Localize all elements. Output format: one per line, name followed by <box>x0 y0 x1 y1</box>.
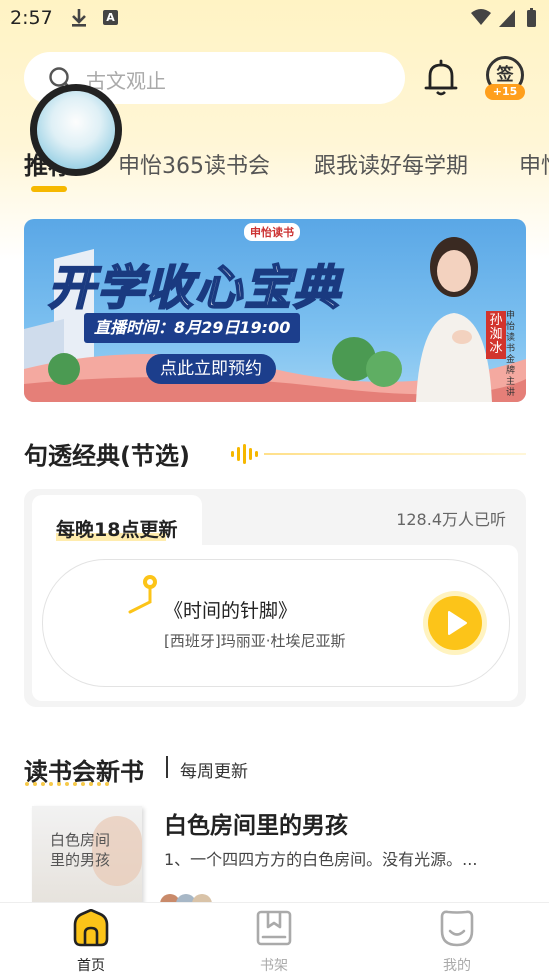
track-author: [西班牙]玛丽亚·杜埃尼亚斯 <box>164 632 346 650</box>
active-tab-indicator <box>31 186 67 192</box>
host-role: 申怡读书金牌主讲 <box>506 311 516 398</box>
host-name: 孙洳冰 <box>486 311 506 359</box>
tab-365-reading-club[interactable]: 申怡365读书会 <box>118 148 270 180</box>
book-title[interactable]: 白色房间里的男孩 <box>164 806 348 840</box>
nav-bookshelf[interactable]: 书架 <box>214 903 334 977</box>
nav-home[interactable]: 首页 <box>31 903 151 977</box>
download-icon <box>72 9 86 27</box>
play-button[interactable] <box>428 596 482 650</box>
host-portrait <box>416 237 492 402</box>
tab-read-with-me[interactable]: 跟我读好每学期 <box>314 148 468 180</box>
nav-profile-label: 我的 <box>443 958 471 974</box>
a-notification-icon: A <box>103 10 118 25</box>
title-underline-dots <box>25 782 109 786</box>
book-cover[interactable]: 白色房间里的男孩 <box>32 806 142 906</box>
listen-count: 128.4万人已听 <box>396 510 506 529</box>
section-title-classics: 句透经典(节选) <box>24 442 190 470</box>
bookshelf-icon <box>256 910 292 946</box>
tonearm-icon <box>128 575 157 614</box>
update-schedule-tab: 每晚18点更新 <box>32 495 202 547</box>
sign-in-button[interactable]: 签 +15 <box>483 56 527 100</box>
nav-home-label: 首页 <box>77 958 105 974</box>
banner-title: 开学收心宝典 <box>47 260 342 317</box>
update-schedule-label: 每晚18点更新 <box>56 519 178 541</box>
audio-wave-icon <box>231 444 258 464</box>
bottom-navigation: 首页 书架 我的 <box>0 902 549 977</box>
sign-in-bonus-badge: +15 <box>485 84 525 100</box>
home-icon <box>73 909 109 947</box>
section-divider <box>264 453 526 455</box>
bell-icon[interactable] <box>422 58 460 98</box>
title-separator <box>166 756 168 778</box>
section-subtitle-weekly: 每周更新 <box>180 762 248 782</box>
signal-battery-icons <box>471 8 536 27</box>
status-bar: 2:57 A <box>0 0 549 36</box>
promo-banner[interactable]: 申怡读书 开学收心宝典 直播时间：8月29日19:00 点此立即预约 孙洳冰 申… <box>24 219 526 402</box>
banner-live-time: 直播时间：8月29日19:00 <box>84 313 301 343</box>
book-cover-title: 白色房间里的男孩 <box>50 831 111 869</box>
profile-icon <box>440 910 474 947</box>
play-icon <box>448 611 467 635</box>
track-cover-image <box>37 91 115 169</box>
status-time: 2:57 <box>10 7 53 29</box>
track-title[interactable]: 《时间的针脚》 <box>164 596 297 623</box>
tab-shenyi[interactable]: 申怡 <box>519 148 549 180</box>
banner-reserve-button[interactable]: 点此立即预约 <box>146 354 276 384</box>
nav-profile[interactable]: 我的 <box>397 903 517 977</box>
banner-logo: 申怡读书 <box>244 223 300 241</box>
nav-bookshelf-label: 书架 <box>260 958 288 974</box>
book-description: 1、一个四四方方的白色房间。没有光源。... <box>164 850 478 869</box>
